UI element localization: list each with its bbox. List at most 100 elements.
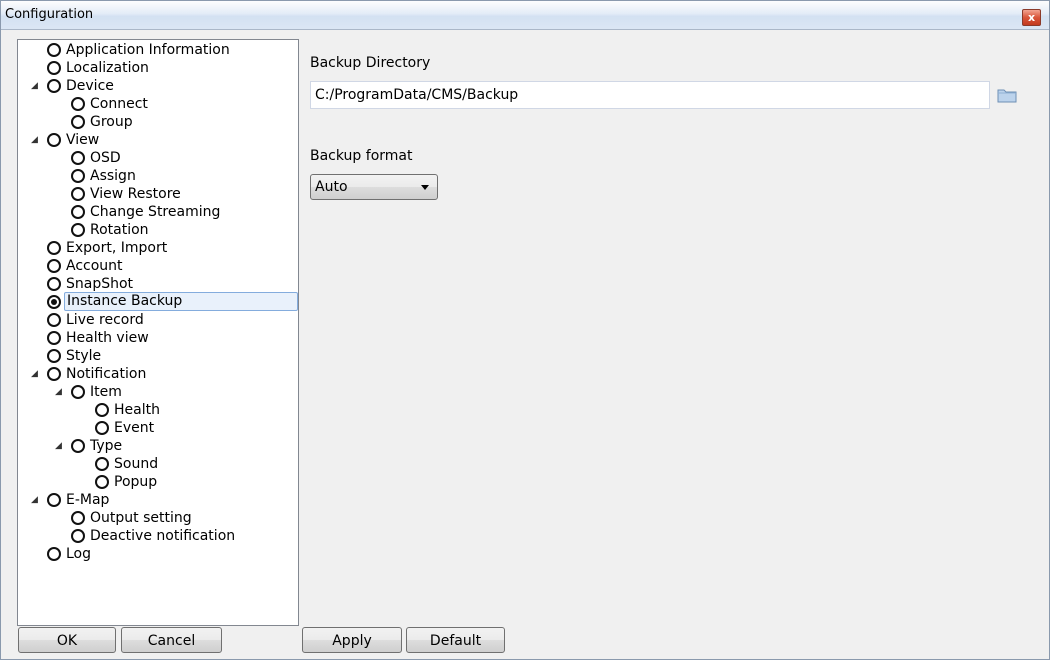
radio-icon[interactable] [71, 205, 85, 219]
radio-icon[interactable] [71, 115, 85, 129]
radio-icon[interactable] [47, 277, 61, 291]
tree-item[interactable]: ◢ Device [18, 77, 296, 95]
window-title: Configuration [5, 7, 94, 22]
tree-item[interactable]: ◢ E-Map [18, 491, 296, 509]
tree-item[interactable]: Health view [18, 329, 296, 347]
radio-icon[interactable] [71, 151, 85, 165]
radio-icon[interactable] [71, 529, 85, 543]
tree-item-label: Live record [66, 312, 144, 328]
tree-item-label: Group [90, 114, 133, 130]
tree-item-label: Rotation [90, 222, 149, 238]
tree-item-label: Type [90, 438, 123, 454]
expand-arrow-icon[interactable]: ◢ [55, 437, 65, 455]
tree-item[interactable]: Account [18, 257, 296, 275]
configuration-window: Configuration x Application Information L… [0, 0, 1050, 660]
tree-item[interactable]: Event [18, 419, 296, 437]
tree-item-label: Item [90, 384, 122, 400]
tree-item-label: Output setting [90, 510, 192, 526]
tree-item[interactable]: Change Streaming [18, 203, 296, 221]
tree-item-label: Export, Import [66, 240, 168, 256]
close-icon: x [1027, 11, 1036, 24]
tree-item[interactable]: Export, Import [18, 239, 296, 257]
radio-icon[interactable] [71, 97, 85, 111]
backup-format-value: Auto [315, 179, 348, 195]
close-button[interactable]: x [1022, 9, 1041, 26]
tree-item[interactable]: Sound [18, 455, 296, 473]
tree-item[interactable]: Group [18, 113, 296, 131]
backup-directory-input[interactable]: C:/ProgramData/CMS/Backup [310, 81, 990, 109]
default-button[interactable]: Default [406, 627, 505, 653]
tree-item-label: Style [66, 348, 102, 364]
radio-icon[interactable] [71, 187, 85, 201]
settings-tree[interactable]: Application Information Localization ◢ Devi… [17, 39, 299, 626]
radio-icon[interactable] [47, 349, 61, 363]
radio-icon[interactable] [47, 43, 61, 57]
tree-item-label: View [66, 132, 100, 148]
tree-item[interactable]: Connect [18, 95, 296, 113]
tree-item[interactable]: Style [18, 347, 296, 365]
ok-button[interactable]: OK [18, 627, 116, 653]
radio-icon[interactable] [47, 295, 61, 309]
radio-icon[interactable] [47, 133, 61, 147]
radio-icon[interactable] [47, 241, 61, 255]
expand-arrow-icon[interactable]: ◢ [31, 77, 41, 95]
tree-item-label: Notification [66, 366, 147, 382]
radio-icon[interactable] [71, 169, 85, 183]
backup-format-select[interactable]: Auto [310, 174, 438, 200]
radio-icon[interactable] [71, 439, 85, 453]
radio-icon[interactable] [95, 421, 109, 435]
apply-button[interactable]: Apply [302, 627, 402, 653]
radio-icon[interactable] [95, 403, 109, 417]
tree-item[interactable]: Assign [18, 167, 296, 185]
tree-item-label: SnapShot [66, 276, 134, 292]
tree-item-label: Account [66, 258, 123, 274]
tree-item[interactable]: Live record [18, 311, 296, 329]
radio-icon[interactable] [95, 457, 109, 471]
cancel-button[interactable]: Cancel [121, 627, 222, 653]
tree-item-label: Log [66, 546, 92, 562]
tree-item[interactable]: Deactive notification [18, 527, 296, 545]
tree-item[interactable]: Localization [18, 59, 296, 77]
tree-item-label: Change Streaming [90, 204, 221, 220]
tree-item[interactable]: SnapShot [18, 275, 296, 293]
radio-icon[interactable] [47, 313, 61, 327]
radio-icon[interactable] [71, 223, 85, 237]
radio-icon[interactable] [71, 511, 85, 525]
tree-item[interactable]: Log [18, 545, 296, 563]
radio-icon[interactable] [47, 79, 61, 93]
tree-item[interactable]: Popup [18, 473, 296, 491]
radio-icon[interactable] [47, 367, 61, 381]
tree-item-label: Localization [66, 60, 149, 76]
expand-arrow-icon[interactable]: ◢ [31, 131, 41, 149]
tree-item[interactable]: Output setting [18, 509, 296, 527]
expand-arrow-icon[interactable]: ◢ [31, 365, 41, 383]
tree-item-label: Application Information [66, 42, 230, 58]
tree-item[interactable]: Rotation [18, 221, 296, 239]
radio-icon[interactable] [47, 547, 61, 561]
tree-item[interactable]: Health [18, 401, 296, 419]
tree-item-label: E-Map [66, 492, 110, 508]
tree-item-label: Deactive notification [90, 528, 236, 544]
tree-item[interactable]: View Restore [18, 185, 296, 203]
radio-icon[interactable] [71, 385, 85, 399]
tree-item-label: Event [114, 420, 155, 436]
backup-directory-label: Backup Directory [310, 55, 431, 71]
radio-icon[interactable] [47, 61, 61, 75]
radio-icon[interactable] [47, 331, 61, 345]
tree-item[interactable]: Instance Backup [18, 292, 298, 311]
radio-icon[interactable] [47, 259, 61, 273]
expand-arrow-icon[interactable]: ◢ [31, 491, 41, 509]
folder-icon[interactable] [997, 87, 1017, 103]
tree-item[interactable]: ◢ Notification [18, 365, 296, 383]
tree-item[interactable]: ◢ Item [18, 383, 296, 401]
tree-item[interactable]: Application Information [18, 41, 296, 59]
expand-arrow-icon[interactable]: ◢ [55, 383, 65, 401]
tree-item-label: View Restore [90, 186, 181, 202]
tree-item[interactable]: ◢ View [18, 131, 296, 149]
radio-icon[interactable] [47, 493, 61, 507]
tree-item-label: Device [66, 78, 114, 94]
tree-item[interactable]: ◢ Type [18, 437, 296, 455]
tree-item[interactable]: OSD [18, 149, 296, 167]
radio-icon[interactable] [95, 475, 109, 489]
title-bar: Configuration x [1, 1, 1049, 30]
